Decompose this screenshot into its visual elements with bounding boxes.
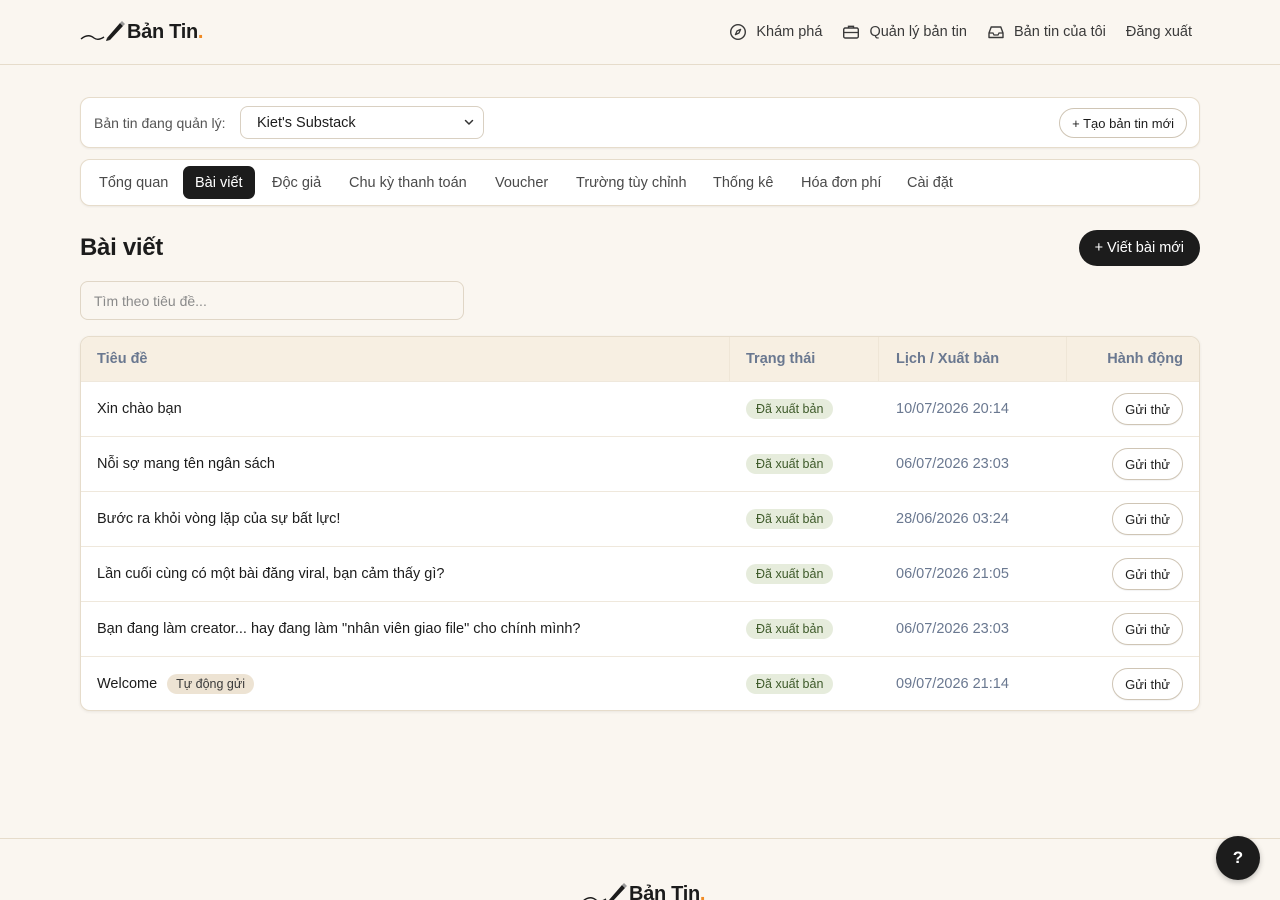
post-title: Welcome Tự động gửi: [97, 657, 255, 710]
nav-manage-newsletters[interactable]: Quản lý bản tin: [842, 23, 967, 41]
tab-voucher[interactable]: Voucher: [483, 166, 560, 199]
table-row[interactable]: Bạn đang làm creator... hay đang làm "nh…: [81, 601, 1199, 656]
status-badge: Đã xuất bản: [746, 619, 834, 639]
top-header: Bản Tin. Khám phá Quản lý bản tin Bản ti…: [0, 0, 1280, 65]
newsletter-selector-card: Bản tin đang quản lý: Kiet's Substack + …: [80, 97, 1200, 148]
page-title: Bài viết: [80, 234, 163, 261]
tab-posts[interactable]: Bài viết: [183, 166, 255, 199]
header-divider: [878, 337, 879, 381]
inbox-icon: [988, 26, 1004, 39]
newsletter-select-value: Kiet's Substack: [257, 114, 356, 131]
status-badge: Đã xuất bản: [746, 454, 834, 474]
send-test-button[interactable]: Gửi thử: [1112, 558, 1183, 590]
tabs-bar: Tổng quan Bài viết Độc giả Chu kỳ thanh …: [80, 159, 1200, 206]
post-date: 06/07/2026 23:03: [896, 456, 1009, 472]
tab-custom-fields[interactable]: Trường tùy chỉnh: [564, 166, 699, 199]
footer-brand-name: Bản Tin.: [629, 882, 706, 900]
briefcase-icon: [843, 25, 860, 39]
post-title: Lần cuối cùng có một bài đăng viral, bạn…: [97, 547, 444, 601]
post-title-text: Nỗi sợ mang tên ngân sách: [97, 456, 275, 472]
post-title-text: Welcome: [97, 676, 158, 692]
brand-logo[interactable]: Bản Tin.: [80, 19, 203, 45]
tab-readers[interactable]: Độc giả: [260, 166, 333, 199]
send-test-button[interactable]: Gửi thử: [1112, 448, 1183, 480]
nav-logout[interactable]: Đăng xuất: [1126, 24, 1192, 40]
tab-fee-invoices[interactable]: Hóa đơn phí: [789, 166, 893, 199]
create-newsletter-button[interactable]: + Tạo bản tin mới: [1059, 108, 1187, 138]
tab-billing-cycles[interactable]: Chu kỳ thanh toán: [337, 166, 479, 199]
chevron-down-icon: [464, 119, 474, 125]
compass-icon: [730, 23, 747, 41]
table-row[interactable]: Nỗi sợ mang tên ngân sách Đã xuất bản 06…: [81, 436, 1199, 491]
table-row[interactable]: Lần cuối cùng có một bài đăng viral, bạn…: [81, 546, 1199, 601]
header-schedule: Lịch / Xuất bản: [896, 351, 1000, 367]
header-divider: [1066, 337, 1067, 381]
status-badge: Đã xuất bản: [746, 564, 834, 584]
header-status: Trạng thái: [746, 351, 816, 367]
posts-table: Tiêu đề Trạng thái Lịch / Xuất bản Hành …: [80, 336, 1200, 711]
status-badge: Đã xuất bản: [746, 399, 834, 419]
new-post-button[interactable]: + Viết bài mới: [1078, 230, 1200, 266]
auto-send-tag: Tự động gửi: [167, 674, 255, 694]
post-title-text: Lần cuối cùng có một bài đăng viral, bạn…: [97, 566, 445, 582]
post-date: 06/07/2026 23:03: [896, 621, 1009, 637]
post-date: 28/06/2026 03:24: [896, 511, 1009, 527]
post-title-text: Bạn đang làm creator... hay đang làm "nh…: [97, 621, 581, 637]
tab-overview[interactable]: Tổng quan: [87, 166, 180, 199]
search-input[interactable]: [80, 281, 464, 320]
pen-icon: [80, 21, 125, 41]
nav-my-newsletters[interactable]: Bản tin của tôi: [987, 23, 1106, 41]
post-title: Bước ra khỏi vòng lặp của sự bất lực!: [97, 492, 340, 546]
tab-settings[interactable]: Cài đặt: [895, 166, 965, 199]
post-title-text: Xin chào bạn: [97, 401, 182, 417]
pen-icon: [583, 883, 627, 900]
post-title-text: Bước ra khỏi vòng lặp của sự bất lực!: [97, 511, 341, 527]
post-date: 10/07/2026 20:14: [896, 401, 1009, 417]
table-row[interactable]: Welcome Tự động gửi Đã xuất bản 09/07/20…: [81, 656, 1199, 710]
post-date: 06/07/2026 21:05: [896, 566, 1009, 582]
header-title: Tiêu đề: [97, 351, 148, 367]
brand-name: Bản Tin.: [127, 20, 204, 43]
nav-explore[interactable]: Khám phá: [729, 23, 822, 41]
send-test-button[interactable]: Gửi thử: [1112, 503, 1183, 535]
send-test-button[interactable]: Gửi thử: [1112, 668, 1183, 700]
header-actions: Hành động: [1107, 351, 1183, 367]
table-header: Tiêu đề Trạng thái Lịch / Xuất bản Hành …: [81, 337, 1199, 381]
post-title: Bạn đang làm creator... hay đang làm "nh…: [97, 602, 580, 656]
status-badge: Đã xuất bản: [746, 674, 834, 694]
post-title: Xin chào bạn: [97, 382, 182, 436]
table-row[interactable]: Xin chào bạn Đã xuất bản 10/07/2026 20:1…: [81, 381, 1199, 436]
nav-my-label: Bản tin của tôi: [1013, 24, 1106, 40]
newsletter-select[interactable]: Kiet's Substack: [240, 106, 484, 139]
selector-label: Bản tin đang quản lý:: [94, 115, 226, 131]
tab-statistics[interactable]: Thống kê: [701, 166, 785, 199]
page-footer: Bản Tin.: [0, 838, 1280, 900]
top-nav: Khám phá Quản lý bản tin Bản tin của tôi…: [729, 20, 1192, 44]
send-test-button[interactable]: Gửi thử: [1112, 613, 1183, 645]
post-date: 09/07/2026 21:14: [896, 676, 1009, 692]
status-badge: Đã xuất bản: [746, 509, 834, 529]
post-title: Nỗi sợ mang tên ngân sách: [97, 437, 275, 491]
nav-logout-label: Đăng xuất: [1125, 24, 1192, 40]
nav-explore-label: Khám phá: [756, 24, 823, 40]
nav-manage-label: Quản lý bản tin: [869, 24, 967, 40]
footer-logo[interactable]: Bản Tin.: [582, 881, 705, 900]
help-button[interactable]: ?: [1216, 836, 1260, 880]
send-test-button[interactable]: Gửi thử: [1112, 393, 1183, 425]
header-divider: [729, 337, 730, 381]
table-row[interactable]: Bước ra khỏi vòng lặp của sự bất lực! Đã…: [81, 491, 1199, 546]
